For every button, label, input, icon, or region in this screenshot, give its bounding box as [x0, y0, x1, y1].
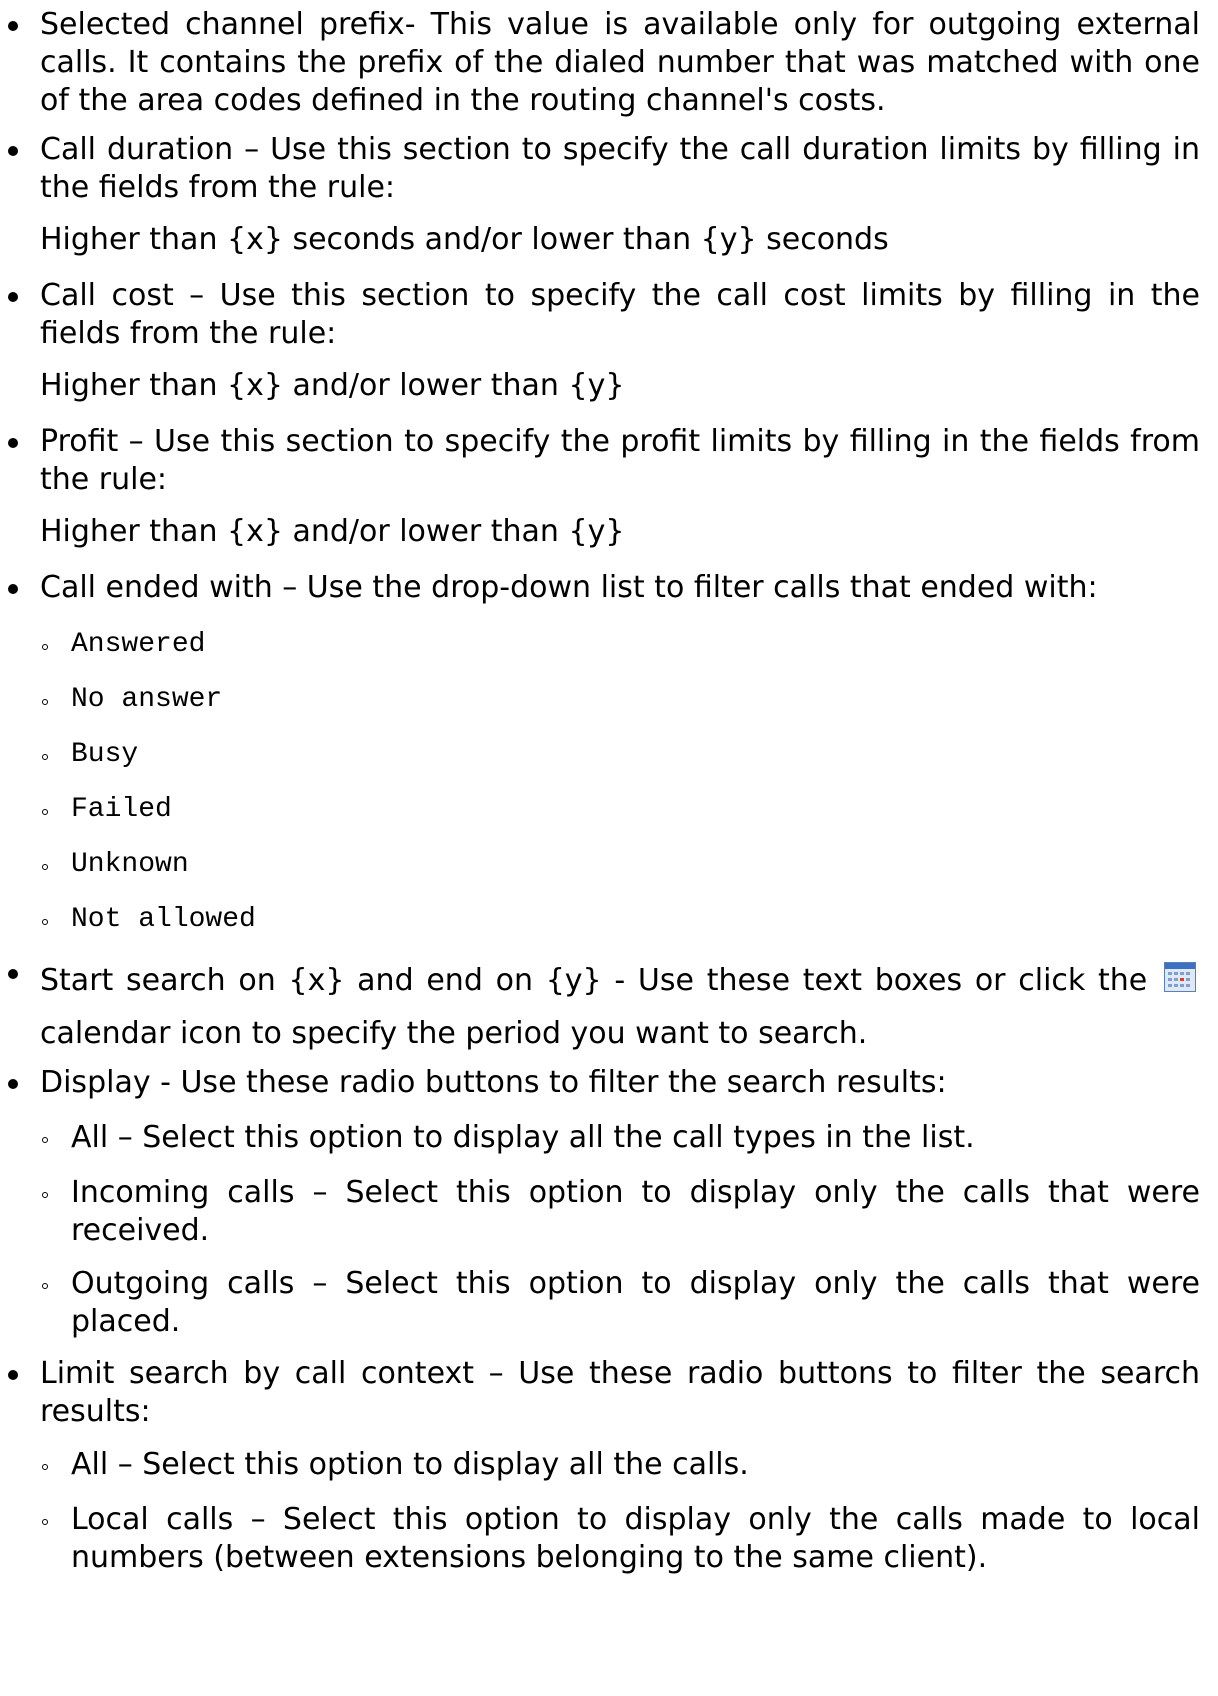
display-option-incoming: Incoming calls – Select this option to d… — [40, 1174, 1200, 1250]
sub-bullet — [42, 1192, 48, 1198]
calendar-icon — [1163, 962, 1196, 992]
bullet — [8, 584, 18, 594]
list-item-call-context: Limit search by call context – Use these… — [8, 1355, 1200, 1431]
start-search-text: Start search on {x} and end on {y} - Use… — [40, 954, 1200, 1060]
sub-bullet — [42, 644, 48, 650]
display-option-all: All – Select this option to display all … — [40, 1119, 1200, 1157]
sub-bullet — [42, 1283, 48, 1289]
bullet — [8, 438, 18, 448]
channel-prefix-text: Selected channel prefix- This value is a… — [40, 7, 1200, 118]
call-duration-rule: Higher than {x} seconds and/or lower tha… — [40, 222, 889, 257]
bullet — [8, 969, 18, 979]
context-option-local: Local calls – Select this option to disp… — [40, 1501, 1200, 1577]
bullet — [8, 1079, 18, 1089]
context-option-all: All – Select this option to display all … — [40, 1446, 1200, 1484]
start-search-before: Start search on {x} and end on {y} - Use… — [40, 963, 1148, 998]
display-option-text: Outgoing calls – Select this option to d… — [71, 1266, 1200, 1339]
list-item-call-cost: Call cost – Use this section to specify … — [8, 277, 1200, 353]
call-cost-text: Call cost – Use this section to specify … — [40, 278, 1200, 351]
sub-bullet — [42, 809, 48, 815]
bullet — [8, 1370, 18, 1380]
call-duration-text: Call duration – Use this section to spec… — [40, 132, 1200, 205]
sub-bullet — [42, 1464, 48, 1470]
option-busy: Busy — [40, 736, 1200, 774]
call-context-text: Limit search by call context – Use these… — [40, 1356, 1200, 1429]
list-item-call-ended-with: Call ended with – Use the drop-down list… — [8, 569, 1200, 607]
context-option-text: Local calls – Select this option to disp… — [71, 1502, 1200, 1575]
sub-bullet — [42, 1137, 48, 1143]
start-search-after: calendar icon to specify the period you … — [40, 1016, 868, 1051]
bullet — [8, 146, 18, 156]
profit-text: Profit – Use this section to specify the… — [40, 424, 1200, 497]
list-item-profit: Profit – Use this section to specify the… — [8, 423, 1200, 499]
option-label: Answered — [71, 629, 206, 660]
option-failed: Failed — [40, 791, 1200, 829]
document-page: Selected channel prefix- This value is a… — [0, 0, 1218, 1696]
option-label: No answer — [71, 684, 223, 715]
bullet — [8, 292, 18, 302]
display-option-text: All – Select this option to display all … — [71, 1120, 975, 1155]
option-answered: Answered — [40, 626, 1200, 664]
sub-bullet — [42, 864, 48, 870]
option-label: Not allowed — [71, 904, 256, 935]
list-item-channel-prefix: Selected channel prefix- This value is a… — [8, 6, 1200, 120]
sub-bullet — [42, 699, 48, 705]
list-item-display: Display - Use these radio buttons to fil… — [8, 1064, 1200, 1102]
option-no-answer: No answer — [40, 681, 1200, 719]
sub-bullet — [42, 754, 48, 760]
list-item-call-duration: Call duration – Use this section to spec… — [8, 131, 1200, 207]
sub-bullet — [42, 919, 48, 925]
call-ended-with-text: Call ended with – Use the drop-down list… — [40, 570, 1098, 605]
option-unknown: Unknown — [40, 846, 1200, 884]
list-item-start-search: Start search on {x} and end on {y} - Use… — [8, 954, 1200, 1060]
option-not-allowed: Not allowed — [40, 901, 1200, 939]
call-cost-rule: Higher than {x} and/or lower than {y} — [40, 368, 625, 403]
profit-rule: Higher than {x} and/or lower than {y} — [40, 514, 625, 549]
option-label: Busy — [71, 739, 139, 770]
option-label: Failed — [71, 794, 172, 825]
context-option-text: All – Select this option to display all … — [71, 1447, 749, 1482]
sub-bullet — [42, 1519, 48, 1525]
display-text: Display - Use these radio buttons to fil… — [40, 1065, 947, 1100]
display-option-outgoing: Outgoing calls – Select this option to d… — [40, 1265, 1200, 1341]
option-label: Unknown — [71, 849, 189, 880]
display-option-text: Incoming calls – Select this option to d… — [71, 1175, 1200, 1248]
bullet — [8, 21, 18, 31]
